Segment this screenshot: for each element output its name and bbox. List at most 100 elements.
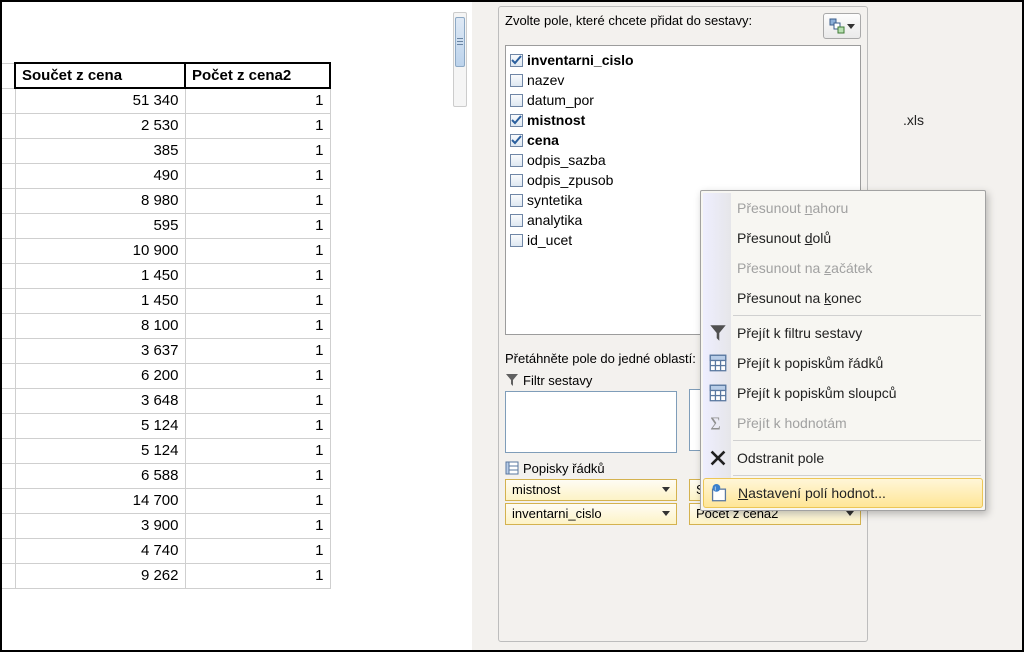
cell-soucet[interactable]: 6 588 [15, 463, 185, 488]
cell-soucet[interactable]: 595 [15, 213, 185, 238]
menu-item[interactable]: Přesunout dolů [703, 223, 983, 253]
menu-item[interactable]: iNastavení polí hodnot... [703, 478, 983, 508]
menu-item: Přesunout na začátek [703, 253, 983, 283]
dropdown-icon [847, 24, 855, 29]
cell-pocet[interactable]: 1 [185, 513, 330, 538]
checkbox-icon[interactable] [510, 194, 523, 207]
cell-pocet[interactable]: 1 [185, 563, 330, 588]
field-nazev[interactable]: nazev [508, 70, 858, 90]
vertical-scrollbar[interactable] [453, 12, 467, 107]
checkbox-icon[interactable] [510, 134, 523, 147]
svg-text:i: i [715, 485, 716, 492]
checkbox-icon[interactable] [510, 54, 523, 67]
cell-soucet[interactable]: 8 100 [15, 313, 185, 338]
checkbox-icon[interactable] [510, 234, 523, 247]
cell-soucet[interactable]: 10 900 [15, 238, 185, 263]
cell-soucet[interactable]: 5 124 [15, 413, 185, 438]
cell-pocet[interactable]: 1 [185, 238, 330, 263]
checkbox-icon[interactable] [510, 114, 523, 127]
cell-pocet[interactable]: 1 [185, 113, 330, 138]
header-soucet[interactable]: Součet z cena [15, 63, 185, 88]
cell-pocet[interactable]: 1 [185, 188, 330, 213]
cell-soucet[interactable]: 3 900 [15, 513, 185, 538]
dropdown-icon[interactable] [662, 511, 670, 516]
cell-pocet[interactable]: 1 [185, 338, 330, 363]
cell-soucet[interactable]: 6 200 [15, 363, 185, 388]
field-label: id_ucet [527, 232, 572, 248]
layout-options-button[interactable] [823, 13, 861, 39]
cell-pocet[interactable]: 1 [185, 213, 330, 238]
dropdown-icon[interactable] [662, 487, 670, 492]
cell-soucet[interactable]: 5 124 [15, 438, 185, 463]
window: Součet z cena Počet z cena2 51 34012 530… [0, 0, 1024, 652]
field-label: odpis_zpusob [527, 172, 613, 188]
cell-pocet[interactable]: 1 [185, 138, 330, 163]
cell-soucet[interactable]: 1 450 [15, 288, 185, 313]
field-label: inventarni_cislo [527, 52, 634, 68]
menu-item[interactable]: Přejít k popiskům řádků [703, 348, 983, 378]
cell-pocet[interactable]: 1 [185, 263, 330, 288]
cell-soucet[interactable]: 3 637 [15, 338, 185, 363]
field-label: datum_por [527, 92, 594, 108]
pivot-table[interactable]: Součet z cena Počet z cena2 51 34012 530… [2, 62, 472, 589]
field-label: cena [527, 132, 559, 148]
row-field-inventarni_cislo[interactable]: inventarni_cislo [505, 503, 677, 525]
menu-item[interactable]: Přesunout na konec [703, 283, 983, 313]
filter-zone-header: Filtr sestavy [505, 373, 677, 388]
field-inventarni_cislo[interactable]: inventarni_cislo [508, 50, 858, 70]
field-label: analytika [527, 212, 582, 228]
row-field-mistnost[interactable]: mistnost [505, 479, 677, 501]
field-label: mistnost [527, 112, 585, 128]
cell-soucet[interactable]: 51 340 [15, 88, 185, 113]
blank-icon [709, 229, 727, 247]
context-menu[interactable]: Přesunout nahoruPřesunout dolůPřesunout … [700, 190, 986, 511]
cell-soucet[interactable]: 385 [15, 138, 185, 163]
cell-pocet[interactable]: 1 [185, 88, 330, 113]
menu-item[interactable]: Přejít k popiskům sloupců [703, 378, 983, 408]
grid-icon [709, 384, 727, 402]
cell-soucet[interactable]: 1 450 [15, 263, 185, 288]
dropdown-icon[interactable] [846, 511, 854, 516]
cell-pocet[interactable]: 1 [185, 538, 330, 563]
checkbox-icon[interactable] [510, 74, 523, 87]
checkbox-icon[interactable] [510, 154, 523, 167]
field-mistnost[interactable]: mistnost [508, 110, 858, 130]
cell-pocet[interactable]: 1 [185, 313, 330, 338]
cell-pocet[interactable]: 1 [185, 388, 330, 413]
menu-item: ΣPřejít k hodnotám [703, 408, 983, 438]
layout-icon [829, 18, 845, 34]
cell-pocet[interactable]: 1 [185, 363, 330, 388]
scrollbar-thumb[interactable] [455, 17, 465, 67]
field-datum_por[interactable]: datum_por [508, 90, 858, 110]
cell-pocet[interactable]: 1 [185, 488, 330, 513]
field-odpis_zpusob[interactable]: odpis_zpusob [508, 170, 858, 190]
header-pocet[interactable]: Počet z cena2 [185, 63, 330, 88]
checkbox-icon[interactable] [510, 94, 523, 107]
spreadsheet-area: Součet z cena Počet z cena2 51 34012 530… [2, 2, 472, 650]
field-cena[interactable]: cena [508, 130, 858, 150]
cell-pocet[interactable]: 1 [185, 438, 330, 463]
cell-pocet[interactable]: 1 [185, 163, 330, 188]
menu-item[interactable]: Odstranit pole [703, 443, 983, 473]
rows-zone[interactable]: mistnostinventarni_cislo [505, 479, 677, 525]
checkbox-icon[interactable] [510, 214, 523, 227]
cell-soucet[interactable]: 9 262 [15, 563, 185, 588]
blank-icon [709, 199, 727, 217]
filter-zone[interactable] [505, 391, 677, 453]
cell-soucet[interactable]: 14 700 [15, 488, 185, 513]
cell-soucet[interactable]: 3 648 [15, 388, 185, 413]
cell-soucet[interactable]: 8 980 [15, 188, 185, 213]
checkbox-icon[interactable] [510, 174, 523, 187]
cell-pocet[interactable]: 1 [185, 413, 330, 438]
cell-soucet[interactable]: 490 [15, 163, 185, 188]
cell-soucet[interactable]: 2 530 [15, 113, 185, 138]
cell-pocet[interactable]: 1 [185, 463, 330, 488]
grid-icon [709, 354, 727, 372]
field-odpis_sazba[interactable]: odpis_sazba [508, 150, 858, 170]
menu-item: Přesunout nahoru [703, 193, 983, 223]
cell-soucet[interactable]: 4 740 [15, 538, 185, 563]
blank-icon [709, 289, 727, 307]
field-label: odpis_sazba [527, 152, 606, 168]
cell-pocet[interactable]: 1 [185, 288, 330, 313]
menu-item[interactable]: Přejít k filtru sestavy [703, 318, 983, 348]
